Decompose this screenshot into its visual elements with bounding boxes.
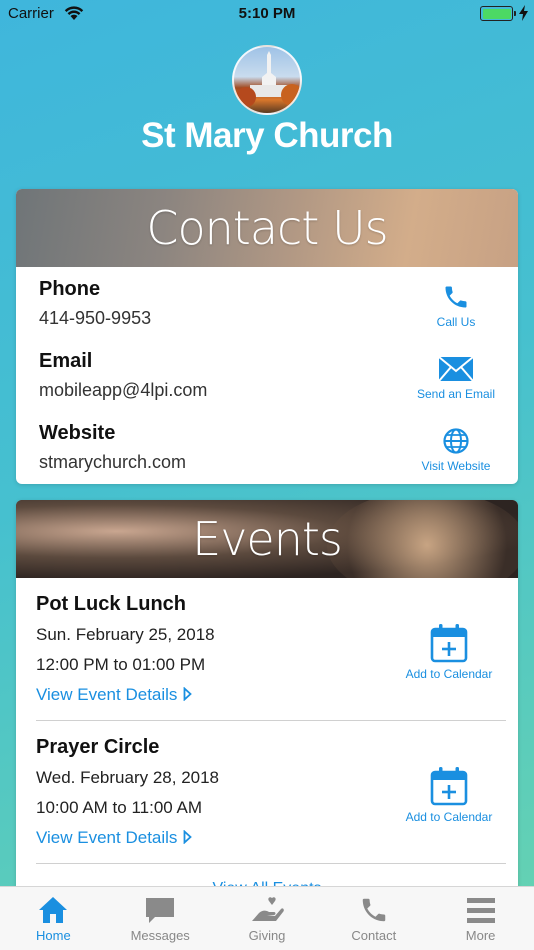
tab-contact[interactable]: Contact <box>320 887 427 950</box>
add-to-calendar-label: Add to Calendar <box>405 810 493 824</box>
tab-home-label: Home <box>36 928 71 943</box>
send-email-label: Send an Email <box>416 387 496 401</box>
tab-giving[interactable]: Giving <box>214 887 321 950</box>
contact-row-phone: Phone 414-950-9953 Call Us <box>16 267 518 339</box>
event-title: Pot Luck Lunch <box>36 593 186 615</box>
church-steeple-image <box>236 51 300 107</box>
tab-giving-label: Giving <box>248 928 286 943</box>
event-title: Prayer Circle <box>36 736 160 758</box>
view-event-details-label: View Event Details <box>36 828 178 847</box>
calendar-add-icon <box>430 624 468 663</box>
tab-more-label: More <box>465 928 496 943</box>
add-to-calendar-label: Add to Calendar <box>405 667 493 681</box>
email-label: Email <box>39 350 93 372</box>
chevron-right-icon <box>184 687 193 701</box>
events-banner: Events <box>16 500 518 578</box>
event-item: Pot Luck Lunch Sun. February 25, 2018 12… <box>16 578 518 721</box>
menu-icon <box>466 898 495 923</box>
contact-banner-title: Contact Us <box>146 201 388 255</box>
event-item: Prayer Circle Wed. February 28, 2018 10:… <box>16 721 518 864</box>
send-email-button[interactable]: Send an Email <box>408 355 504 401</box>
tab-bar: Home Messages Giving Contact More <box>0 886 534 950</box>
giving-hand-icon <box>251 897 284 921</box>
call-us-label: Call Us <box>436 315 476 329</box>
globe-icon <box>443 428 469 454</box>
home-icon <box>39 897 68 923</box>
view-event-details-label: View Event Details <box>36 685 178 704</box>
add-to-calendar-button[interactable]: Add to Calendar <box>404 623 494 681</box>
charging-bolt-icon <box>519 5 528 21</box>
contact-row-website: Website stmarychurch.com Visit Website <box>16 411 518 483</box>
battery-level <box>482 8 511 19</box>
visit-website-button[interactable]: Visit Website <box>408 427 504 473</box>
event-date: Wed. February 28, 2018 <box>36 768 220 787</box>
contact-card: Contact Us Phone 414-950-9953 Call Us Em… <box>16 189 518 484</box>
website-label: Website <box>39 422 116 444</box>
event-date: Sun. February 25, 2018 <box>36 625 215 644</box>
calendar-add-icon <box>430 767 468 806</box>
website-value[interactable]: stmarychurch.com <box>39 452 186 473</box>
events-card: Events Pot Luck Lunch Sun. February 25, … <box>16 500 518 920</box>
phone-value[interactable]: 414-950-9953 <box>39 308 151 329</box>
chat-icon <box>146 898 175 923</box>
battery-icon <box>480 6 516 21</box>
divider <box>36 863 506 864</box>
phone-label: Phone <box>39 278 101 300</box>
contact-banner: Contact Us <box>16 189 518 267</box>
email-value[interactable]: mobileapp@4lpi.com <box>39 380 207 401</box>
church-name: St Mary Church <box>141 116 393 155</box>
envelope-icon <box>438 356 474 382</box>
visit-website-label: Visit Website <box>421 459 491 473</box>
contact-row-email: Email mobileapp@4lpi.com Send an Email <box>16 339 518 411</box>
add-to-calendar-button[interactable]: Add to Calendar <box>404 766 494 824</box>
tab-home[interactable]: Home <box>0 887 107 950</box>
tab-contact-label: Contact <box>351 928 397 943</box>
chevron-right-icon <box>184 830 193 844</box>
status-time: 5:10 PM <box>238 5 296 22</box>
event-time: 12:00 PM to 01:00 PM <box>36 655 206 674</box>
tab-messages[interactable]: Messages <box>107 887 214 950</box>
events-banner-title: Events <box>192 512 343 566</box>
phone-icon <box>445 286 467 308</box>
call-us-button[interactable]: Call Us <box>408 283 504 329</box>
phone-icon <box>362 898 386 922</box>
status-bar: Carrier 5:10 PM <box>0 0 534 28</box>
view-event-details-link[interactable]: View Event Details <box>36 828 193 848</box>
event-time: 10:00 AM to 11:00 AM <box>36 798 203 817</box>
tab-more[interactable]: More <box>427 887 534 950</box>
tab-messages-label: Messages <box>130 928 190 943</box>
view-event-details-link[interactable]: View Event Details <box>36 685 193 705</box>
church-avatar <box>232 45 302 115</box>
